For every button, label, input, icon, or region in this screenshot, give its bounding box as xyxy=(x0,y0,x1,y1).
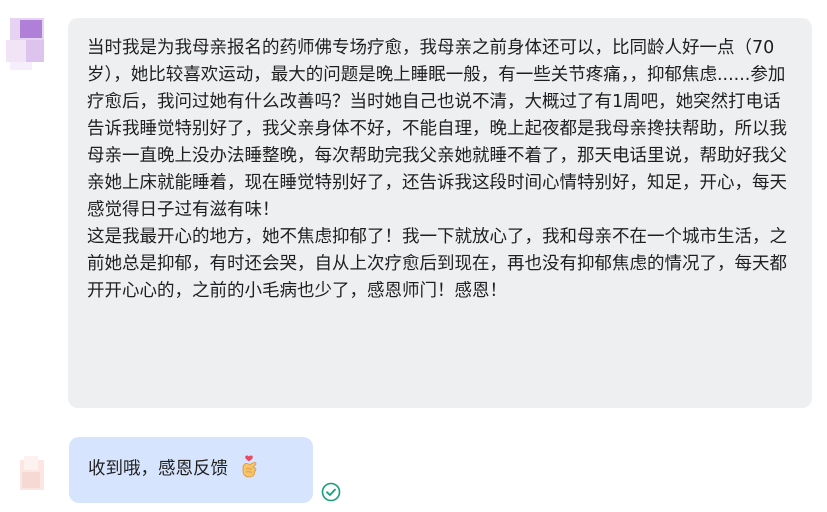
incoming-message-bubble: 当时我是为我母亲报名的药师佛专场疗愈，我母亲之前身体还可以，比同龄人好一点（70… xyxy=(68,18,812,408)
sender-avatar[interactable] xyxy=(4,18,50,70)
chat-view: 当时我是为我母亲报名的药师佛专场疗愈，我母亲之前身体还可以，比同龄人好一点（70… xyxy=(0,0,827,512)
outgoing-message-text: 收到哦，感恩反馈 xyxy=(88,459,228,479)
self-avatar[interactable] xyxy=(14,452,48,494)
message-paragraph: 当时我是为我母亲报名的药师佛专场疗愈，我母亲之前身体还可以，比同龄人好一点（70… xyxy=(87,38,787,220)
outgoing-message-bubble: 收到哦，感恩反馈 xyxy=(69,437,313,503)
read-status-check-icon xyxy=(321,482,341,502)
finger-heart-emoji-icon xyxy=(238,454,260,487)
message-paragraph: 这是我最开心的地方，她不焦虑抑郁了！我一下就放心了，我和母亲不在一个城市生活，之… xyxy=(87,227,787,301)
